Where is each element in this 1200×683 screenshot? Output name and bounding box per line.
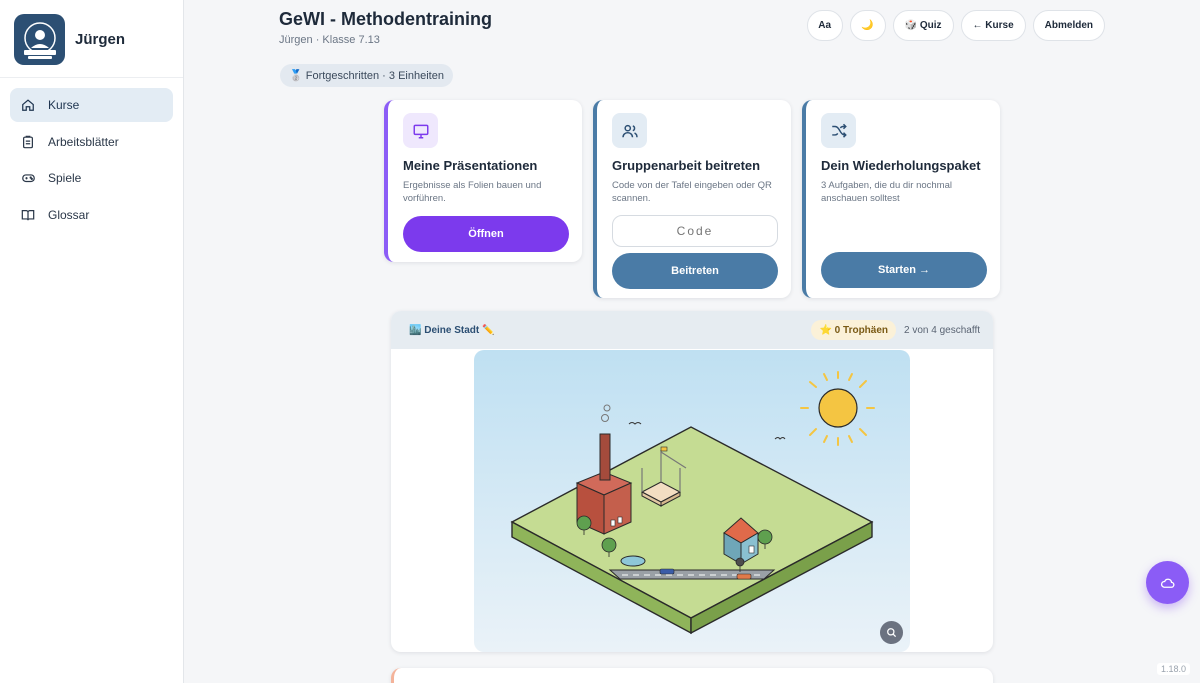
card-description: Code von der Tafel eingeben oder QR scan…: [612, 180, 772, 204]
back-to-courses-button[interactable]: ← Kurse: [960, 10, 1026, 41]
city-panel: 🏙️ Deine Stadt ✏️ ⭐ 0 Trophäen 2 von 4 g…: [391, 311, 993, 652]
cloud-sync-button[interactable]: [1146, 561, 1189, 604]
zoom-button[interactable]: [880, 621, 903, 644]
quiz-button[interactable]: 🎲 Quiz: [892, 10, 954, 41]
sidebar-nav: Kurse Arbeitsblätter Spiele Glossar: [0, 78, 183, 244]
city-illustration: [474, 350, 910, 652]
sidebar-item-label: Spiele: [48, 171, 82, 185]
top-actions: Aa 🌙 🎲 Quiz ← Kurse Abmelden: [806, 10, 1105, 41]
page-subtitle: Jürgen · Klasse 7.13: [279, 34, 380, 46]
sidebar-item-spiele[interactable]: Spiele: [10, 161, 173, 195]
start-review-button[interactable]: Starten →: [821, 252, 987, 288]
card-description: 3 Aufgaben, die du dir nochmal anschauen…: [821, 180, 952, 204]
logout-button[interactable]: Abmelden: [1032, 10, 1105, 41]
city-title[interactable]: 🏙️ Deine Stadt ✏️: [409, 325, 494, 336]
sidebar-item-glossar[interactable]: Glossar: [10, 198, 173, 232]
zoom-icon: [887, 628, 897, 638]
gamepad-icon: [20, 170, 36, 186]
book-icon: [20, 207, 36, 223]
clipboard-icon: [20, 134, 36, 150]
sidebar-item-kurse[interactable]: Kurse: [10, 88, 173, 122]
user-name: Jürgen: [75, 31, 126, 48]
card-title: Gruppenarbeit beitreten: [612, 158, 761, 173]
presentation-icon: [403, 113, 438, 148]
next-section-card: [391, 668, 993, 683]
sidebar-item-label: Arbeitsblätter: [48, 134, 119, 149]
sidebar-item-label: Kurse: [48, 98, 80, 112]
city-header: 🏙️ Deine Stadt ✏️ ⭐ 0 Trophäen 2 von 4 g…: [391, 311, 993, 349]
theme-toggle-button[interactable]: 🌙: [849, 10, 886, 41]
card-description: Ergebnisse als Folien bauen und vorführe…: [403, 180, 542, 204]
progress-text: 2 von 4 geschafft: [904, 324, 980, 336]
page-title: GeWI - Methodentraining: [279, 9, 492, 29]
card-title: Meine Präsentationen: [403, 158, 538, 173]
version-label: 1.18.0: [1156, 663, 1190, 675]
font-size-button[interactable]: Aa: [806, 10, 843, 41]
review-package-card: Dein Wiederholungspaket 3 Aufgaben, die …: [802, 100, 1000, 298]
join-group-button[interactable]: Beitreten: [612, 253, 778, 289]
level-badge: 🥈 Fortgeschritten · 3 Einheiten: [280, 64, 453, 87]
cloud-icon: [1160, 578, 1175, 588]
school-logo: [14, 14, 65, 65]
sidebar: Jürgen Kurse Arbeitsblätter Spiele Gloss…: [0, 0, 184, 683]
sidebar-item-label: Glossar: [48, 207, 90, 222]
open-presentations-button[interactable]: Öffnen: [403, 216, 569, 252]
shuffle-icon: [821, 113, 856, 148]
card-title: Dein Wiederholungspaket: [821, 158, 981, 173]
sidebar-item-arbeitsblaetter[interactable]: Arbeitsblätter: [10, 125, 173, 159]
brand-header: Jürgen: [0, 0, 183, 78]
home-icon: [20, 97, 36, 113]
presentations-card: Meine Präsentationen Ergebnisse als Foli…: [384, 100, 582, 262]
users-icon: [612, 113, 647, 148]
group-code-input[interactable]: [612, 215, 778, 247]
trophy-badge: ⭐ 0 Trophäen: [811, 320, 897, 340]
group-work-card: Gruppenarbeit beitreten Code von der Taf…: [593, 100, 791, 298]
